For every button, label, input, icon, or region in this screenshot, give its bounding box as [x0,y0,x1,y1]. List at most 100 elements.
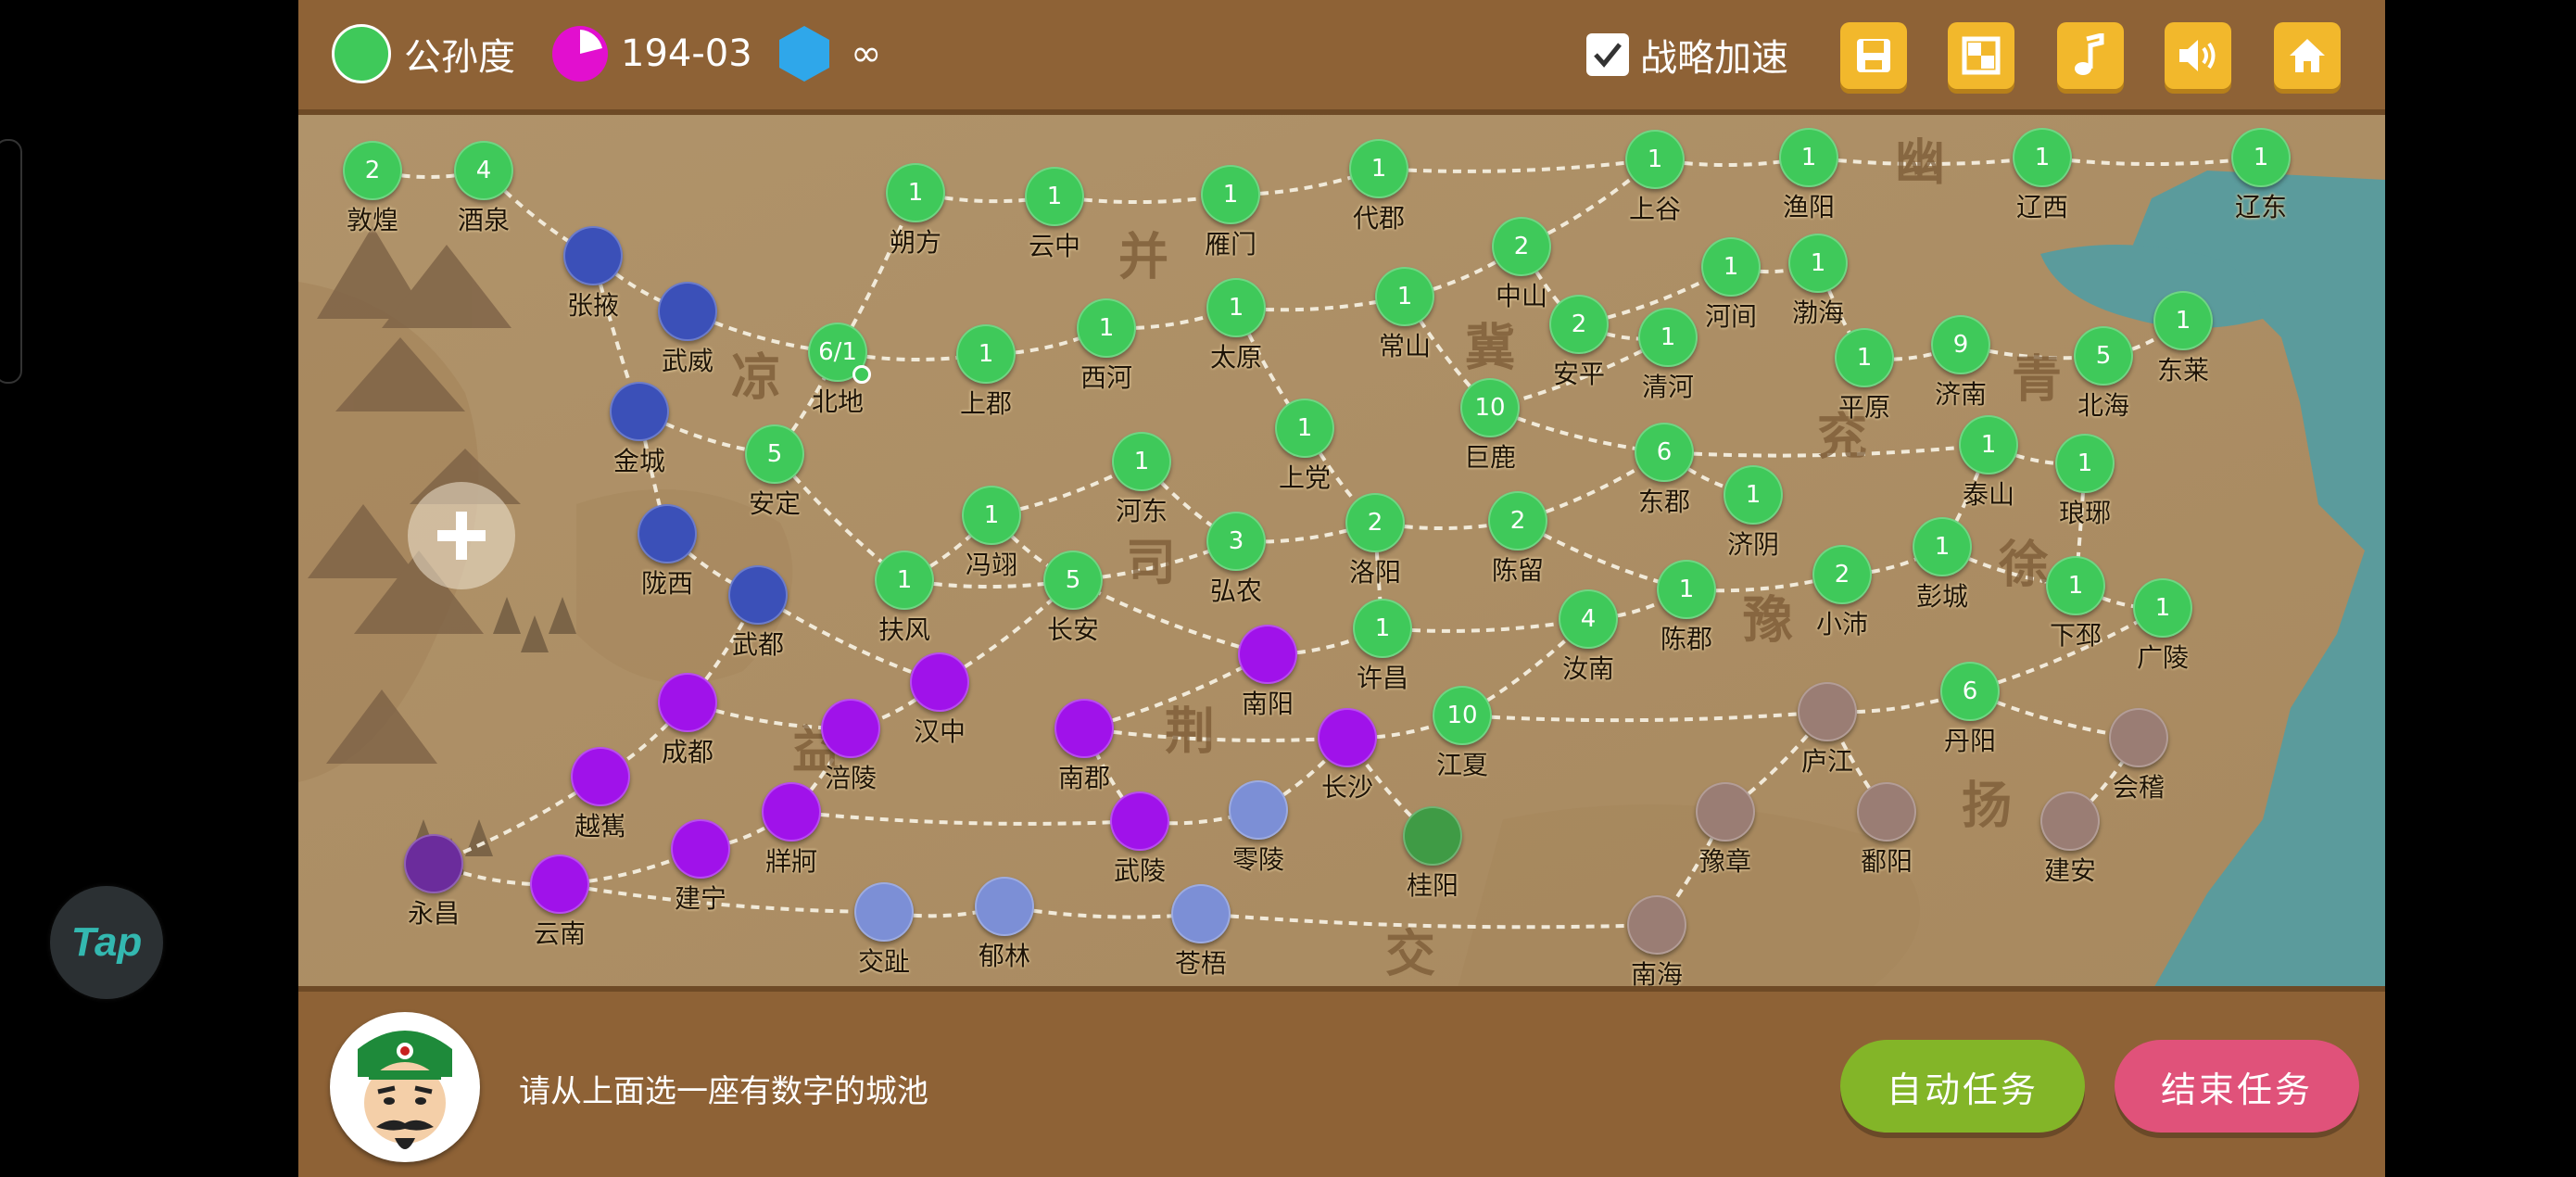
city-node[interactable] [1238,625,1297,684]
window-button[interactable] [1948,22,2014,89]
city-node[interactable]: 2 [1488,491,1547,551]
region-label: 豫 [1743,590,1793,650]
city-node[interactable]: 1 [1638,308,1698,367]
city-node[interactable]: 1 [1959,415,2018,475]
city-node[interactable]: 1 [2013,128,2072,187]
city-node[interactable] [530,854,589,914]
home-button[interactable] [2274,22,2341,89]
city-node[interactable] [762,782,821,842]
city-node[interactable]: 1 [1025,167,1084,226]
city-node[interactable] [728,565,788,625]
city-node[interactable] [854,882,914,942]
faction-info: 公孙度 [332,24,515,83]
city-node[interactable]: 2 [1345,493,1405,552]
city-node[interactable] [1318,708,1377,767]
city-node[interactable]: 6/1 [808,323,871,384]
advisor-avatar [330,1012,480,1162]
city-node[interactable] [1696,782,1755,842]
city-node[interactable]: 3 [1206,512,1266,571]
city-node[interactable]: 10 [1433,686,1492,745]
city-node[interactable] [658,673,717,732]
city-node[interactable] [404,834,463,893]
city-node[interactable]: 1 [1625,130,1685,189]
city-node[interactable]: 1 [886,163,945,222]
city-node[interactable]: 4 [454,141,513,200]
city-node[interactable]: 1 [1275,399,1334,458]
city-label: 南海 [1630,959,1684,986]
city-node[interactable]: 4 [1559,589,1618,649]
city-label: 辽东 [2234,192,2288,222]
city-node[interactable]: 1 [1201,165,1260,224]
city-node[interactable]: 1 [1835,328,1894,387]
city-node[interactable]: 5 [2074,326,2133,386]
city-node[interactable]: 1 [1077,298,1136,358]
save-button[interactable] [1840,22,1907,89]
city-label: 安平 [1552,359,1606,389]
city-node[interactable]: 1 [2133,578,2192,638]
city-node[interactable]: 2 [343,141,402,200]
city-node[interactable]: 10 [1460,378,1520,437]
city-node[interactable]: 1 [962,486,1021,545]
city-node[interactable]: 1 [2153,291,2213,350]
city-node[interactable] [1171,884,1231,943]
city-node[interactable]: 1 [1206,278,1266,337]
city-node[interactable]: 9 [1931,315,1990,374]
volume-button[interactable] [2165,22,2231,89]
speed-toggle[interactable]: 战略加速 [1586,28,1788,82]
city-label: 太原 [1209,342,1263,373]
city-node[interactable] [610,382,669,441]
city-node[interactable]: 1 [956,324,1016,384]
city-node[interactable] [563,226,623,285]
city-node[interactable]: 1 [2046,556,2105,615]
zoom-in-button[interactable] [408,482,515,589]
city-node[interactable]: 1 [2231,128,2291,187]
city-label: 小沛 [1815,609,1869,639]
city-node[interactable] [658,282,717,341]
tap-button[interactable]: Tap [50,886,163,999]
city-label: 辽西 [2015,192,2069,222]
city-node[interactable]: 1 [1724,465,1783,525]
city-node[interactable]: 1 [1353,599,1412,658]
map-area[interactable]: 幽并冀凉青兖司徐豫益荆扬交 2 敦煌 4 酒泉 张掖 武威 金城 陇西 武都 6/1 北地 5 安定 1 朔… [298,109,2385,986]
city-node[interactable] [1110,791,1169,851]
checkbox-icon[interactable] [1586,33,1629,76]
city-node[interactable] [1229,780,1288,840]
city-label: 河东 [1115,496,1168,526]
city-node[interactable] [1054,699,1114,758]
city-node[interactable] [2040,791,2100,851]
city-node[interactable]: 5 [745,424,804,484]
city-node[interactable] [821,699,880,758]
city-node[interactable] [638,504,697,563]
city-node[interactable]: 1 [1349,139,1408,198]
region-label: 司 [1126,533,1176,592]
end-task-button[interactable]: 结束任务 [2115,1040,2359,1133]
city-label: 丹阳 [1943,726,1997,756]
city-node[interactable]: 1 [1112,432,1171,491]
city-node[interactable] [671,819,730,879]
city-node[interactable] [571,747,630,806]
home-icon [2290,39,2325,72]
city-node[interactable] [1857,782,1916,842]
city-node[interactable] [910,652,969,712]
city-node[interactable]: 1 [1779,128,1838,187]
music-button[interactable] [2057,22,2124,89]
auto-task-button[interactable]: 自动任务 [1840,1040,2085,1133]
city-node[interactable]: 2 [1549,295,1609,354]
city-node[interactable]: 1 [1657,560,1716,619]
city-node[interactable]: 2 [1492,217,1551,276]
city-node[interactable] [1403,806,1462,866]
city-node[interactable] [2109,708,2168,767]
city-node[interactable]: 1 [1788,234,1848,293]
city-node[interactable]: 1 [875,551,934,610]
city-node[interactable]: 1 [1701,237,1761,297]
city-node[interactable]: 1 [2055,434,2115,493]
city-node[interactable]: 2 [1812,545,1872,604]
city-node[interactable]: 6 [1940,662,2000,721]
city-node[interactable] [1798,682,1857,741]
city-node[interactable]: 1 [1375,267,1434,326]
city-node[interactable] [1627,895,1686,955]
city-node[interactable]: 5 [1043,551,1103,610]
city-node[interactable]: 1 [1913,517,1972,576]
city-node[interactable] [975,877,1034,936]
city-node[interactable]: 6 [1635,423,1694,482]
